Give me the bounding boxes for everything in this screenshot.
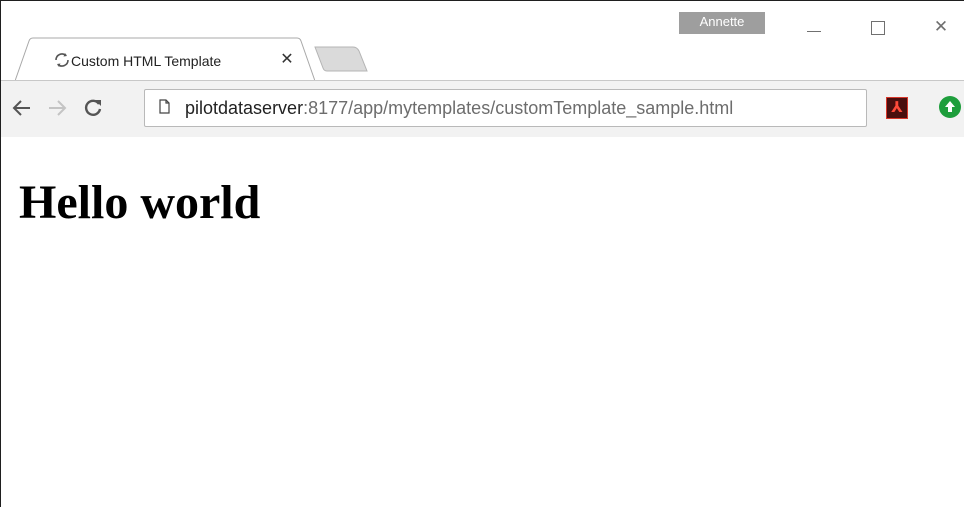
- browser-window: Annette ✕ Custom HTML Template ✕ pilotda…: [0, 0, 964, 507]
- minimize-icon: [807, 31, 821, 32]
- close-icon: ✕: [933, 17, 949, 36]
- new-tab-button[interactable]: [313, 45, 369, 73]
- page-content: Hello world: [1, 137, 964, 507]
- loading-icon: [53, 51, 73, 69]
- tab-title: Custom HTML Template: [71, 53, 222, 69]
- minimize-button[interactable]: [794, 15, 834, 39]
- tab-custom-html-template[interactable]: Custom HTML Template ✕: [15, 37, 315, 82]
- tab-title-fade: [243, 49, 273, 73]
- url-path: :8177/app/mytemplates/customTemplate_sam…: [303, 98, 734, 118]
- forward-button[interactable]: [42, 93, 72, 123]
- tab-strip: Annette ✕ Custom HTML Template ✕: [1, 1, 964, 82]
- browser-toolbar: pilotdataserver:8177/app/mytemplates/cus…: [1, 80, 964, 138]
- page-icon: [159, 99, 170, 114]
- url-host: pilotdataserver: [185, 98, 304, 118]
- close-window-button[interactable]: ✕: [921, 15, 961, 39]
- page-heading: Hello world: [19, 176, 261, 229]
- maximize-button[interactable]: [858, 15, 898, 39]
- reload-icon: [84, 99, 102, 116]
- back-arrow-icon: [12, 100, 30, 116]
- adobe-acrobat-icon[interactable]: ⅄: [886, 97, 908, 119]
- url-text: pilotdataserver:8177/app/mytemplates/cus…: [185, 96, 733, 120]
- back-button[interactable]: [7, 93, 37, 123]
- forward-arrow-icon: [49, 100, 67, 116]
- maximize-icon: [871, 21, 885, 35]
- address-bar[interactable]: pilotdataserver:8177/app/mytemplates/cus…: [144, 89, 867, 127]
- green-upload-icon[interactable]: [939, 96, 961, 118]
- reload-button[interactable]: [78, 93, 108, 123]
- profile-button[interactable]: Annette: [679, 12, 765, 34]
- tab-close-icon[interactable]: ✕: [277, 50, 297, 70]
